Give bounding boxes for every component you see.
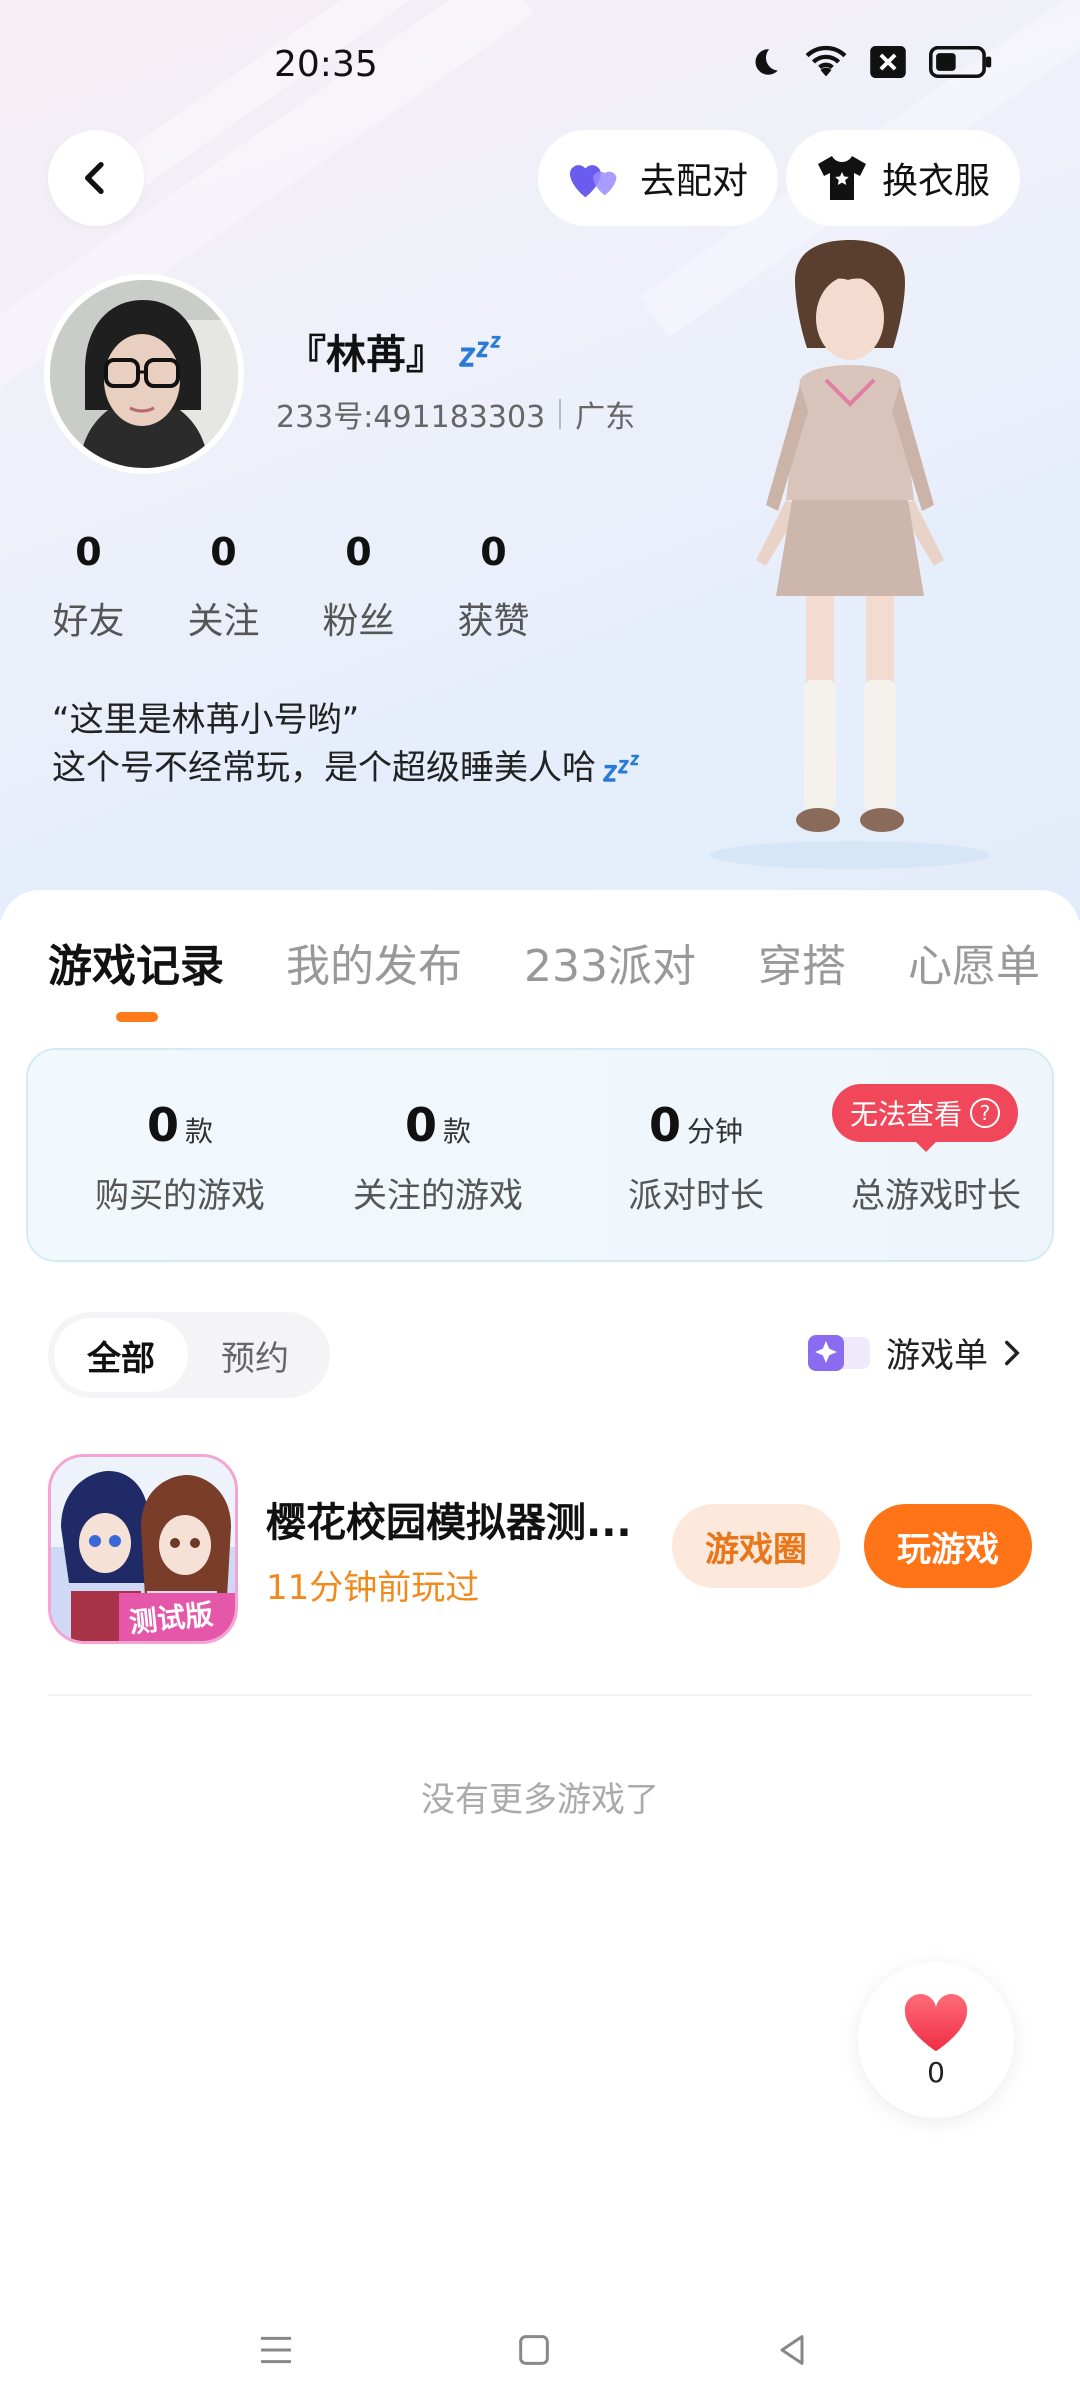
filter-reserve[interactable]: 预约 (188, 1318, 322, 1392)
summary-total[interactable]: 总游戏时长 (816, 1168, 1056, 1217)
chevron-right-icon (1005, 1340, 1020, 1365)
no-more-games: 没有更多游戏了 (421, 1780, 659, 1820)
bio-line-2: 这个号不经常玩，是个超级睡美人哈 (52, 748, 596, 788)
system-nav-bar (0, 2290, 1080, 2400)
content-sheet: 游戏记录 我的发布 233派对 穿搭 心愿单 0款 购买的游戏 0款 关注的游戏… (0, 890, 1080, 2400)
question-icon: ? (970, 1098, 1001, 1128)
recent-apps-button[interactable] (236, 2310, 316, 2390)
profile-name-row: 『林苒』 (286, 322, 504, 380)
summary-purchased[interactable]: 0款 购买的游戏 (60, 1098, 300, 1217)
avatar[interactable] (44, 274, 244, 474)
tab-game-records[interactable]: 游戏记录 (48, 930, 224, 994)
stat-likes[interactable]: 0 获赞 (449, 530, 584, 644)
summary-followed[interactable]: 0款 关注的游戏 (318, 1098, 558, 1217)
game-circle-button[interactable]: 游戏圈 (672, 1504, 840, 1588)
sparkle-icon (808, 1334, 870, 1371)
triangle-back-icon (780, 2335, 804, 2365)
summary-label: 总游戏时长 (851, 1176, 1021, 1216)
profile-stats: 0 好友 0 关注 0 粉丝 0 获赞 (44, 530, 584, 644)
back-nav-button[interactable] (752, 2310, 832, 2390)
summary-party[interactable]: 0 分钟 派对时长 (576, 1098, 816, 1217)
summary-label: 购买的游戏 (95, 1176, 265, 1216)
game-list-link[interactable]: 游戏单 (806, 1328, 1024, 1377)
match-label: 去配对 (640, 161, 749, 202)
match-button[interactable]: 去配对 (538, 130, 779, 226)
wifi-icon (804, 44, 848, 80)
avatar-photo (50, 280, 238, 468)
home-button[interactable] (494, 2310, 574, 2390)
tab-outfits[interactable]: 穿搭 (758, 930, 846, 994)
uid-separator (559, 399, 562, 429)
summary-unit: 款 (443, 1115, 472, 1148)
stat-label: 获赞 (457, 601, 530, 642)
shirt-icon (818, 156, 866, 200)
summary-label: 派对时长 (628, 1176, 764, 1216)
profile-name: 『林苒』 (286, 332, 446, 378)
summary-value: 0 (648, 1098, 681, 1152)
outfit-label: 换衣服 (882, 161, 991, 202)
game-title: 樱花校园模拟器测... (266, 1500, 632, 1546)
chevron-left-icon (85, 162, 104, 194)
heart-icon (904, 1993, 968, 2051)
summary-value: 0 (404, 1098, 437, 1152)
filter-segment: 全部 预约 (48, 1312, 330, 1398)
square-icon (519, 2335, 549, 2365)
stat-value: 0 (480, 530, 507, 574)
status-bar: 20:35 (0, 0, 1080, 130)
tab-wishlist[interactable]: 心愿单 (908, 930, 1040, 994)
summary-unit: 分钟 (687, 1115, 744, 1148)
badge-label: 无法查看 (850, 1098, 963, 1131)
tab-my-posts[interactable]: 我的发布 (286, 930, 462, 994)
hearts-icon (569, 165, 617, 198)
tab-indicator (116, 1012, 158, 1022)
tab-bar: 游戏记录 我的发布 233派对 穿搭 心愿单 (48, 930, 1040, 994)
summary-unit: 款 (185, 1115, 214, 1148)
battery-icon (928, 46, 994, 78)
game-list-item[interactable]: 测试版 樱花校园模拟器测... 11分钟前玩过 游戏圈 玩游戏 (48, 1454, 1032, 1646)
status-time: 20:35 (274, 44, 378, 85)
like-count: 0 (927, 2055, 945, 2089)
tab-233-party[interactable]: 233派对 (524, 930, 696, 994)
no-sim-icon (870, 46, 906, 78)
user-id: 233号:491183303 (276, 400, 546, 435)
game-last-played: 11分钟前玩过 (266, 1568, 480, 1608)
menu-icon (261, 2336, 291, 2364)
like-button[interactable]: 0 (858, 1962, 1014, 2118)
list-divider (48, 1694, 1032, 1696)
game-summary-card: 0款 购买的游戏 0款 关注的游戏 0 分钟 派对时长 无法查看 ? 总游戏时长 (26, 1048, 1054, 1262)
status-icons (748, 44, 994, 80)
play-game-button[interactable]: 玩游戏 (864, 1504, 1032, 1588)
sleep-icon (602, 754, 640, 782)
uid-row: 233号:491183303 广东 (276, 392, 635, 436)
profile-bio: “这里是林苒小号哟” 这个号不经常玩，是个超级睡美人哈 (52, 696, 642, 792)
game-icon[interactable]: 测试版 (48, 1454, 238, 1644)
sleep-icon (459, 335, 501, 367)
summary-label: 关注的游戏 (353, 1176, 523, 1216)
cannot-view-badge[interactable]: 无法查看 ? (832, 1084, 1019, 1152)
back-button[interactable] (48, 130, 144, 226)
character-avatar[interactable] (700, 240, 1000, 870)
bio-line-1: “这里是林苒小号哟” (52, 700, 360, 740)
user-region: 广东 (575, 400, 636, 435)
moon-icon (748, 45, 782, 79)
filter-all[interactable]: 全部 (54, 1318, 188, 1392)
game-list-label: 游戏单 (886, 1336, 988, 1376)
summary-value: 0 (146, 1098, 179, 1152)
outfit-button[interactable]: 换衣服 (786, 130, 1021, 226)
